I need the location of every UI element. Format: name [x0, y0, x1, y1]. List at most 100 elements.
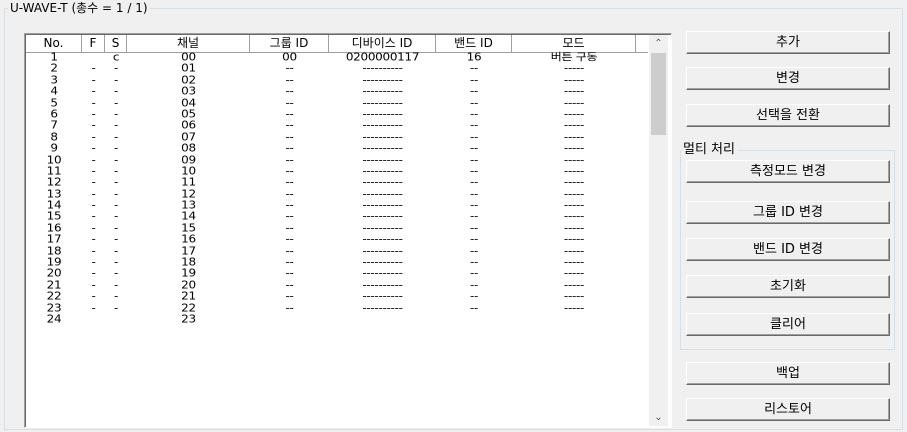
- cell-f: -: [91, 233, 96, 246]
- cell-no: 15: [46, 210, 62, 223]
- clear-button[interactable]: 클리어: [686, 313, 890, 336]
- backup-button[interactable]: 백업: [686, 362, 890, 385]
- change-mode-button[interactable]: 측정모드 변경: [686, 160, 890, 183]
- vertical-scrollbar[interactable]: ⌃ ⌄: [649, 35, 668, 426]
- change-band-id-button[interactable]: 밴드 ID 변경: [686, 238, 890, 261]
- scroll-thumb[interactable]: [651, 53, 666, 135]
- multi-process-title: 멀티 처리: [681, 142, 737, 157]
- cell-group-id: --: [285, 85, 294, 98]
- cell-device-id: ----------: [362, 267, 403, 280]
- cell-no: 8: [50, 130, 58, 143]
- cell-mode: -----: [563, 233, 585, 246]
- change-button[interactable]: 변경: [686, 67, 890, 90]
- cell-device-id: ----------: [362, 301, 403, 314]
- cell-device-id: ----------: [362, 244, 403, 257]
- change-group-id-button[interactable]: 그룹 ID 변경: [686, 201, 890, 224]
- cell-s: -: [113, 210, 119, 223]
- cell-band-id: --: [469, 62, 479, 75]
- scroll-down-button[interactable]: ⌄: [649, 409, 668, 426]
- cell-group-id: --: [285, 290, 294, 303]
- add-button[interactable]: 추가: [686, 31, 890, 54]
- cell-no: 2: [50, 62, 58, 75]
- cell-f: -: [91, 176, 96, 189]
- table-row[interactable]: 23- -22 -- ---------- -- -----: [26, 301, 648, 315]
- cell-no: 18: [46, 244, 62, 257]
- cell-group-id: --: [285, 73, 294, 86]
- cell-s: -: [113, 62, 119, 75]
- device-list[interactable]: No. F S 채널 그룹 ID 디바이스 ID 밴드 ID 모드 1 c 00 00 0200000…: [24, 33, 672, 428]
- header-col-band-id[interactable]: 밴드 ID: [436, 35, 512, 52]
- cell-group-id: --: [285, 187, 294, 200]
- cell-group-id: --: [285, 130, 294, 143]
- cell-f: -: [91, 96, 96, 109]
- header-col-mode[interactable]: 모드: [512, 35, 636, 52]
- cell-f: -: [91, 62, 96, 75]
- cell-device-id: ----------: [362, 96, 403, 109]
- cell-channel: 01: [181, 62, 196, 75]
- cell-no: 20: [46, 267, 62, 280]
- cell-band-id: --: [469, 210, 479, 223]
- cell-device-id: ----------: [362, 130, 403, 143]
- cell-group-id: --: [285, 96, 294, 109]
- cell-group-id: --: [285, 233, 294, 246]
- toggle-selection-button[interactable]: 선택을 전환: [686, 104, 890, 127]
- cell-channel: 22: [181, 301, 196, 314]
- cell-channel: 12: [181, 187, 196, 200]
- cell-mode: -----: [563, 85, 585, 98]
- cell-f: -: [91, 187, 96, 200]
- cell-s: -: [113, 130, 119, 143]
- cell-no: 24: [46, 312, 62, 326]
- cell-no: 22: [46, 290, 62, 303]
- cell-mode: -----: [563, 96, 585, 109]
- cell-mode: -----: [563, 301, 585, 314]
- cell-band-id: --: [469, 187, 479, 200]
- scroll-up-button[interactable]: ⌃: [649, 35, 668, 52]
- cell-f: -: [91, 73, 96, 86]
- header-col-no[interactable]: No.: [26, 35, 82, 52]
- header-col-s[interactable]: S: [105, 35, 127, 52]
- header-col-f[interactable]: F: [82, 35, 105, 52]
- header-col-group-id[interactable]: 그룹 ID: [250, 35, 329, 52]
- cell-channel: 03: [181, 85, 196, 98]
- cell-no: 3: [50, 73, 58, 86]
- cell-band-id: --: [469, 233, 479, 246]
- header-col-device-id[interactable]: 디바이스 ID: [329, 35, 436, 52]
- cell-mode: -----: [563, 244, 585, 257]
- cell-group-id: --: [285, 62, 294, 75]
- table-row[interactable]: 24 23: [26, 312, 648, 326]
- cell-device-id: ----------: [362, 233, 403, 246]
- cell-group-id: --: [285, 267, 294, 280]
- cell-group-id: --: [285, 142, 294, 155]
- cell-s: -: [113, 73, 119, 86]
- cell-s: -: [113, 153, 119, 166]
- cell-channel: 19: [181, 267, 196, 280]
- cell-no: 17: [46, 233, 62, 246]
- cell-no: 23: [46, 301, 62, 314]
- cell-no: 7: [50, 119, 58, 132]
- cell-channel: 09: [181, 153, 196, 166]
- cell-band-id: --: [469, 142, 479, 155]
- cell-s: -: [113, 85, 119, 98]
- chevron-down-icon: ⌄: [654, 412, 663, 423]
- cell-group-id: --: [285, 119, 294, 132]
- cell-channel: 14: [181, 210, 196, 223]
- cell-f: -: [91, 267, 96, 280]
- cell-band-id: --: [469, 244, 479, 257]
- cell-device-id: ----------: [362, 290, 403, 303]
- cell-no: 12: [46, 176, 62, 189]
- initialize-button[interactable]: 초기화: [686, 275, 890, 298]
- cell-channel: 23: [181, 312, 196, 326]
- restore-button[interactable]: 리스토어: [686, 398, 890, 421]
- cell-band-id: --: [469, 73, 479, 86]
- cell-f: -: [91, 301, 96, 314]
- cell-device-id: ----------: [362, 73, 403, 86]
- cell-band-id: --: [469, 85, 479, 98]
- cell-device-id: ----------: [362, 153, 403, 166]
- cell-device-id: ----------: [362, 85, 403, 98]
- cell-s: -: [113, 301, 119, 314]
- cell-device-id: ----------: [362, 210, 403, 223]
- cell-f: -: [91, 153, 96, 166]
- header-col-channel[interactable]: 채널: [127, 35, 250, 52]
- cell-mode: -----: [563, 73, 585, 86]
- cell-device-id: ----------: [362, 62, 403, 75]
